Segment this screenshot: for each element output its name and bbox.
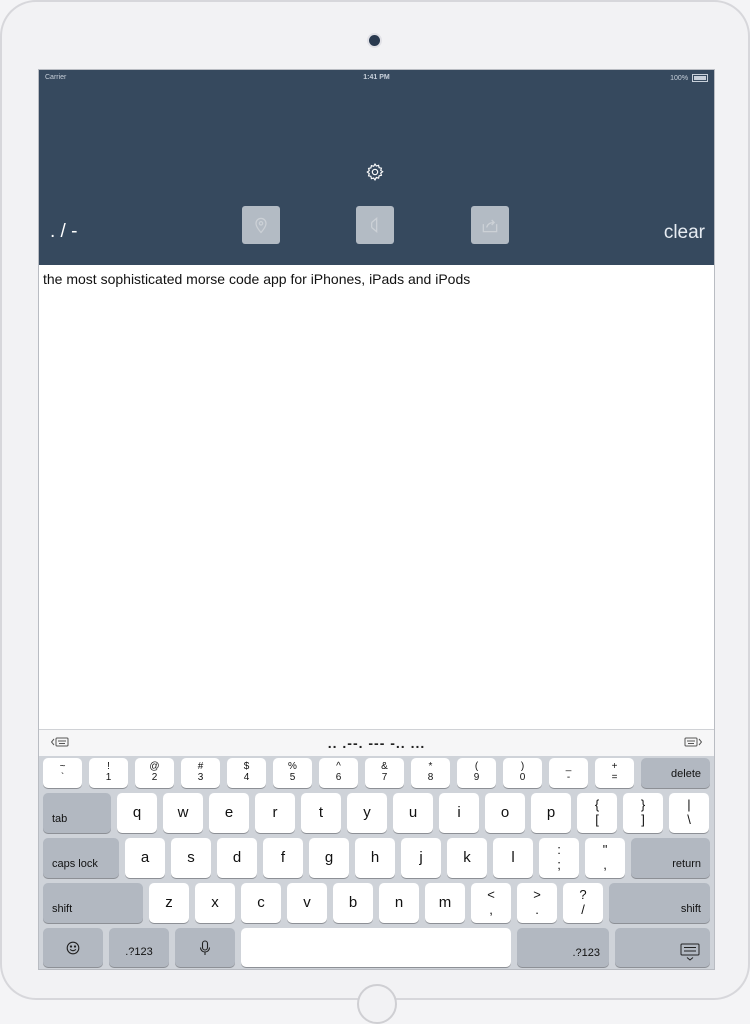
dictation-key[interactable] [175, 928, 235, 967]
clear-button[interactable]: clear [664, 222, 705, 244]
key-e[interactable]: e [209, 793, 249, 833]
shift-left-key[interactable]: shift [43, 883, 143, 923]
shift-right-key[interactable]: shift [609, 883, 710, 923]
key-minus[interactable]: _ - [549, 758, 588, 788]
location-button[interactable] [242, 206, 280, 244]
key-0[interactable]: ) 0 [503, 758, 542, 788]
space-bar[interactable] [241, 928, 511, 967]
key-h[interactable]: h [355, 838, 395, 878]
keyboard-shortcut-bar: .. .--. --- -.. ... [39, 729, 714, 756]
key-v[interactable]: v [287, 883, 327, 923]
status-time: 1:41 PM [363, 74, 390, 81]
key-4[interactable]: $4 [227, 758, 266, 788]
dismiss-keyboard-key[interactable] [615, 928, 710, 967]
battery-icon [692, 74, 708, 82]
key-f[interactable]: f [263, 838, 303, 878]
key-i[interactable]: i [439, 793, 479, 833]
keyboard-dismiss-icon [680, 943, 700, 961]
ipad-frame: Carrier 1:41 PM 100% . / - clear the mos… [0, 0, 750, 1024]
key-k[interactable]: k [447, 838, 487, 878]
status-bar: Carrier 1:41 PM 100% [39, 70, 714, 86]
key-q[interactable]: q [117, 793, 157, 833]
morse-symbols-label[interactable]: . / - [50, 221, 77, 243]
key-9[interactable]: (9 [457, 758, 496, 788]
share-button[interactable] [471, 206, 509, 244]
battery-label: 100% [670, 74, 689, 82]
key-m[interactable]: m [425, 883, 465, 923]
key-y[interactable]: y [347, 793, 387, 833]
microphone-icon [199, 939, 211, 955]
key-period[interactable]: >. [517, 883, 557, 923]
key-6[interactable]: ^ 6 [319, 758, 358, 788]
key-semicolon[interactable]: :; [539, 838, 579, 878]
key-backslash[interactable]: | \ [669, 793, 709, 833]
key-w[interactable]: w [163, 793, 203, 833]
key-t[interactable]: t [301, 793, 341, 833]
delete-key[interactable]: delete [641, 758, 710, 788]
keyboard-right-icon[interactable] [684, 737, 702, 747]
caps-lock-key[interactable]: caps lock [43, 838, 119, 878]
return-key[interactable]: return [631, 838, 710, 878]
key-3[interactable]: #3 [181, 758, 220, 788]
numbers-key-right[interactable]: .?123 [517, 928, 609, 967]
key-a[interactable]: a [125, 838, 165, 878]
key-comma[interactable]: <, [471, 883, 511, 923]
morse-preview: .. .--. --- -.. ... [327, 735, 426, 751]
key-quote[interactable]: ", [585, 838, 625, 878]
location-pin-icon [255, 217, 267, 234]
key-7[interactable]: & 7 [365, 758, 404, 788]
emoji-icon [66, 941, 80, 954]
tab-key[interactable]: tab [43, 793, 111, 833]
key-bracket-left[interactable]: {[ [577, 793, 617, 833]
camera [369, 35, 380, 46]
key-j[interactable]: j [401, 838, 441, 878]
key-u[interactable]: u [393, 793, 433, 833]
numbers-key-left[interactable]: .?123 [109, 928, 169, 967]
key-g[interactable]: g [309, 838, 349, 878]
key-5[interactable]: % 5 [273, 758, 312, 788]
key-8[interactable]: * 8 [411, 758, 450, 788]
share-icon [482, 219, 498, 233]
key-c[interactable]: c [241, 883, 281, 923]
keyboard: .. .--. --- -.. ... ~ ` ! 1 @2 #3 $4 % 5 ^ 6… [39, 729, 714, 969]
screen: Carrier 1:41 PM 100% . / - clear the mos… [38, 69, 715, 970]
key-b[interactable]: b [333, 883, 373, 923]
app-header: Carrier 1:41 PM 100% . / - clear [39, 70, 714, 265]
key-n[interactable]: n [379, 883, 419, 923]
gear-icon[interactable] [365, 162, 385, 182]
key-s[interactable]: s [171, 838, 211, 878]
key-z[interactable]: z [149, 883, 189, 923]
key-1[interactable]: ! 1 [89, 758, 128, 788]
key-x[interactable]: x [195, 883, 235, 923]
text-input-area[interactable]: the most sophisticated morse code app fo… [43, 271, 703, 287]
key-equals[interactable]: + = [595, 758, 634, 788]
key-l[interactable]: l [493, 838, 533, 878]
key-d[interactable]: d [217, 838, 257, 878]
key-p[interactable]: p [531, 793, 571, 833]
emoji-key[interactable] [43, 928, 103, 967]
key-2[interactable]: @2 [135, 758, 174, 788]
key-r[interactable]: r [255, 793, 295, 833]
home-button[interactable] [357, 984, 397, 1024]
key-bracket-right[interactable]: }] [623, 793, 663, 833]
key-backtick[interactable]: ~ ` [43, 758, 82, 788]
battery-indicator: 100% [670, 74, 708, 82]
key-slash[interactable]: ? / [563, 883, 603, 923]
sound-button[interactable] [356, 206, 394, 244]
key-o[interactable]: o [485, 793, 525, 833]
speaker-icon [371, 216, 378, 234]
